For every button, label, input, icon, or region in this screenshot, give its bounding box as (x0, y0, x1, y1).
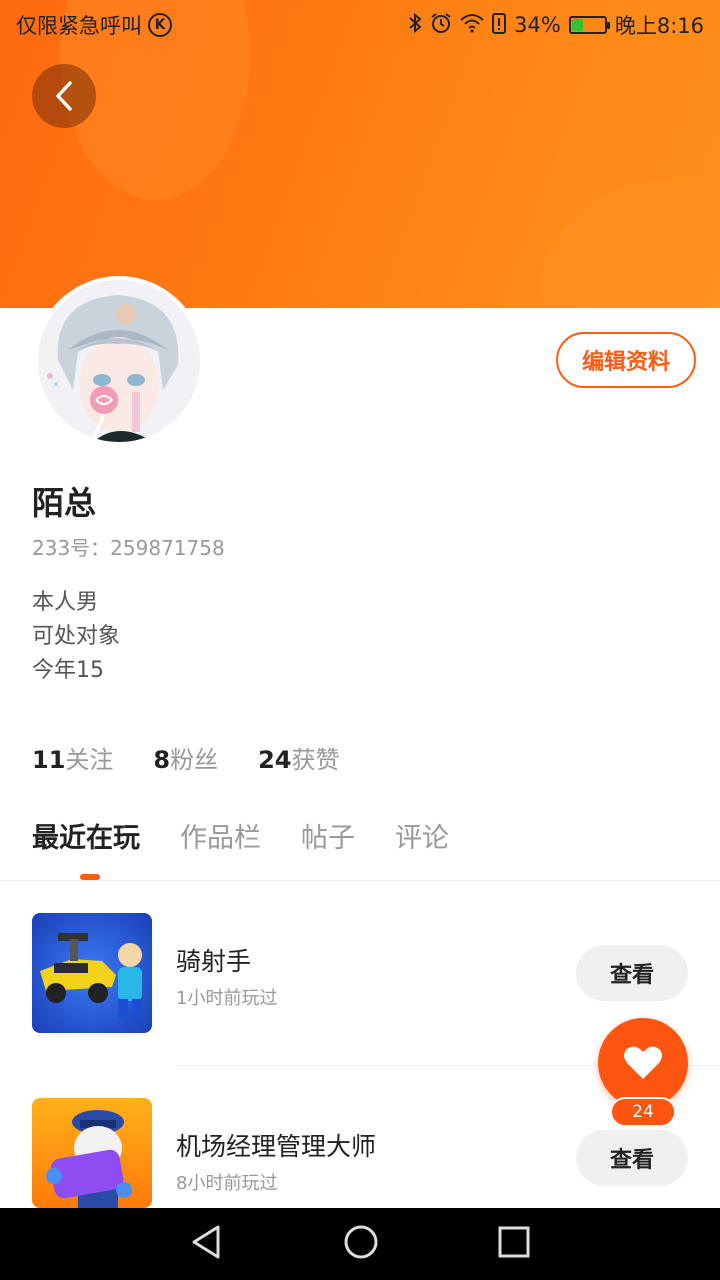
nav-recents-icon[interactable] (498, 1226, 530, 1262)
tab-comments[interactable]: 评论 (395, 816, 449, 855)
game-name: 骑射手 (176, 947, 252, 976)
stat-following[interactable]: 11关注 (32, 740, 113, 775)
like-button[interactable] (598, 1018, 688, 1108)
battery-percent: 34% (514, 13, 561, 37)
profile-tabs: 最近在玩 作品栏 帖子 评论 (32, 816, 449, 855)
back-button[interactable] (32, 64, 96, 128)
tab-posts[interactable]: 帖子 (301, 816, 355, 855)
stat-label: 关注 (65, 746, 114, 774)
emergency-call-text: 仅限紧急呼叫 (16, 14, 142, 38)
game-icon-rider-shooter (32, 913, 152, 1033)
stat-likes[interactable]: 24获赞 (258, 740, 339, 775)
bio-line: 本人男 (32, 590, 99, 615)
game-icon-airport-manager (32, 1098, 152, 1208)
stat-label: 粉丝 (170, 746, 219, 774)
chevron-left-icon (56, 81, 72, 111)
status-left: 仅限紧急呼叫 K (16, 10, 172, 40)
stat-number: 8 (153, 746, 171, 774)
view-game-button[interactable]: 查看 (576, 1130, 688, 1186)
nav-home-icon[interactable] (343, 1224, 379, 1264)
bluetooth-icon (408, 12, 422, 39)
system-navigation-bar (0, 1208, 720, 1280)
battery-alert-icon (492, 12, 507, 39)
like-count-badge: 24 (610, 1097, 676, 1127)
clock-time: 晚上8:16 (614, 14, 704, 38)
carrier-k-icon: K (148, 13, 172, 37)
status-bar: 仅限紧急呼叫 K 34% 晚上8:16 (0, 0, 720, 50)
heart-icon (624, 1046, 662, 1079)
wifi-icon (460, 13, 484, 38)
bio-line: 今年15 (32, 658, 104, 683)
battery-level-fill (571, 19, 583, 31)
battery-charging-icon (568, 16, 610, 34)
nickname: 陌总 (32, 484, 97, 522)
last-played-time: 8小时前玩过 (176, 1173, 278, 1194)
bio-line: 可处对象 (32, 624, 121, 649)
last-played-time: 1小时前玩过 (176, 988, 278, 1009)
alarm-icon (430, 12, 452, 39)
stat-followers[interactable]: 8粉丝 (153, 740, 218, 775)
tab-works[interactable]: 作品栏 (180, 816, 261, 855)
stat-number: 11 (32, 746, 66, 774)
view-game-button[interactable]: 查看 (576, 945, 688, 1001)
avatar[interactable] (34, 276, 204, 446)
status-right: 34% 晚上8:16 (408, 10, 704, 40)
nav-back-icon[interactable] (190, 1224, 224, 1264)
edit-profile-button[interactable]: 编辑资料 (556, 332, 696, 388)
stat-number: 24 (258, 746, 292, 774)
game-name: 机场经理管理大师 (176, 1132, 377, 1161)
user-id: 233号：259871758 (32, 536, 225, 560)
banner-decoration (540, 180, 720, 308)
tab-recent-played[interactable]: 最近在玩 (32, 816, 140, 855)
stats-row: 11关注 8粉丝 24获赞 (32, 740, 340, 775)
bio: 本人男 可处对象 今年15 (32, 586, 120, 688)
stat-label: 获赞 (291, 746, 340, 774)
divider (0, 880, 720, 881)
